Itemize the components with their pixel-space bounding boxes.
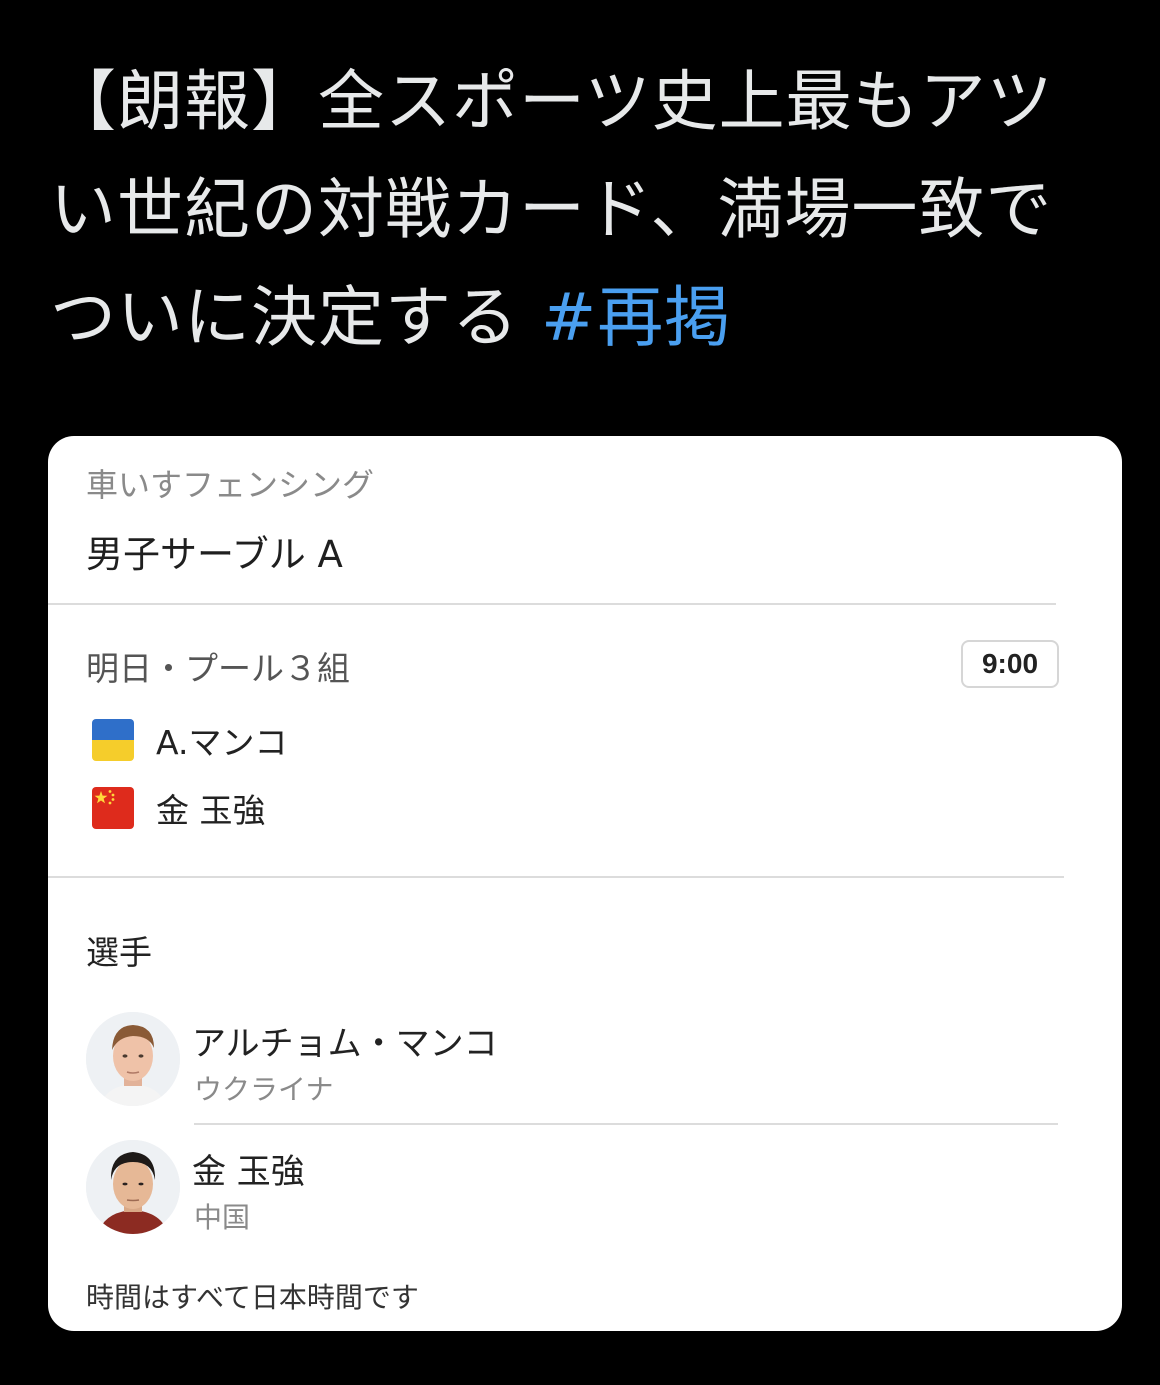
event-title: 男子サーブル A bbox=[86, 533, 343, 576]
player-avatar bbox=[86, 1140, 180, 1234]
timezone-footnote: 時間はすべて日本時間です bbox=[86, 1281, 419, 1314]
china-flag-icon bbox=[92, 787, 134, 829]
ukraine-flag-icon bbox=[92, 719, 134, 761]
divider bbox=[48, 603, 1056, 605]
team-name: A.マンコ bbox=[156, 723, 288, 762]
match-time-badge: 9:00 bbox=[961, 640, 1059, 688]
divider bbox=[194, 1123, 1058, 1125]
hashtag-link[interactable]: #再掲 bbox=[541, 279, 731, 356]
player-name: 金 玉強 bbox=[192, 1152, 305, 1192]
team-name: 金 玉強 bbox=[156, 791, 266, 830]
player-avatar bbox=[86, 1012, 180, 1106]
player-country: 中国 bbox=[194, 1201, 251, 1234]
team-row[interactable]: 金 玉強 bbox=[92, 786, 266, 830]
sport-label: 車いすフェンシング bbox=[86, 466, 375, 504]
player-name: アルチョム・マンコ bbox=[192, 1024, 498, 1064]
match-info: 明日・プール３組 bbox=[86, 649, 350, 688]
match-card[interactable]: 車いすフェンシング 男子サーブル A 明日・プール３組 9:00 A.マンコ 金… bbox=[48, 436, 1122, 1331]
player-country: ウクライナ bbox=[194, 1073, 334, 1106]
player-row[interactable]: アルチョム・マンコ ウクライナ bbox=[86, 1012, 1086, 1112]
tweet-text: 【朗報】全スポーツ史上最もアツい世紀の対戦カード、満場一致でついに決定する #再… bbox=[50, 48, 1110, 372]
team-row[interactable]: A.マンコ bbox=[92, 718, 287, 762]
players-section-title: 選手 bbox=[86, 933, 152, 972]
player-row[interactable]: 金 玉強 中国 bbox=[86, 1140, 1086, 1240]
divider bbox=[48, 876, 1064, 878]
